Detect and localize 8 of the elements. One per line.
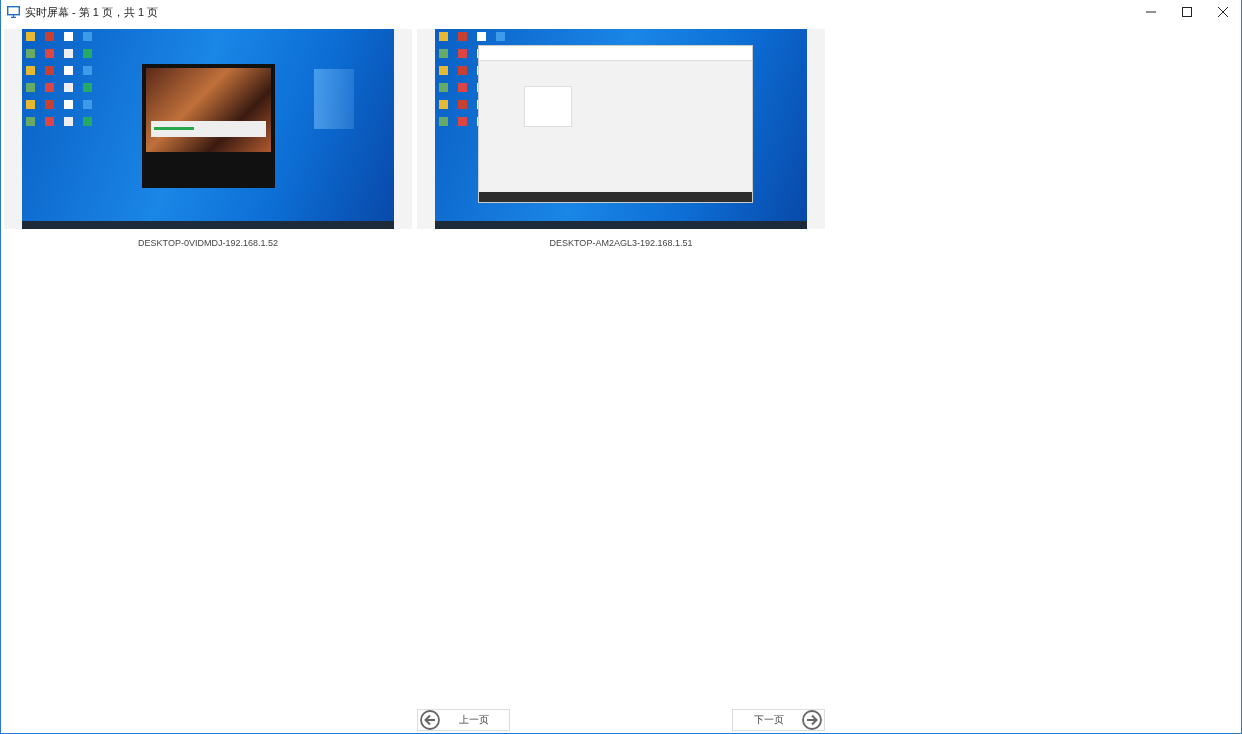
- screen-label: DESKTOP-0VIDMDJ-192.168.1.52: [138, 238, 278, 248]
- window-title: 实时屏幕 - 第 1 页，共 1 页: [25, 4, 159, 20]
- previous-page-button[interactable]: 上一页: [417, 709, 510, 731]
- next-page-button[interactable]: 下一页: [732, 709, 825, 731]
- close-icon: [1218, 7, 1228, 17]
- screen-label: DESKTOP-AM2AGL3-192.168.1.51: [549, 238, 693, 248]
- maximize-icon: [1182, 7, 1192, 17]
- monitor-icon: [7, 6, 20, 18]
